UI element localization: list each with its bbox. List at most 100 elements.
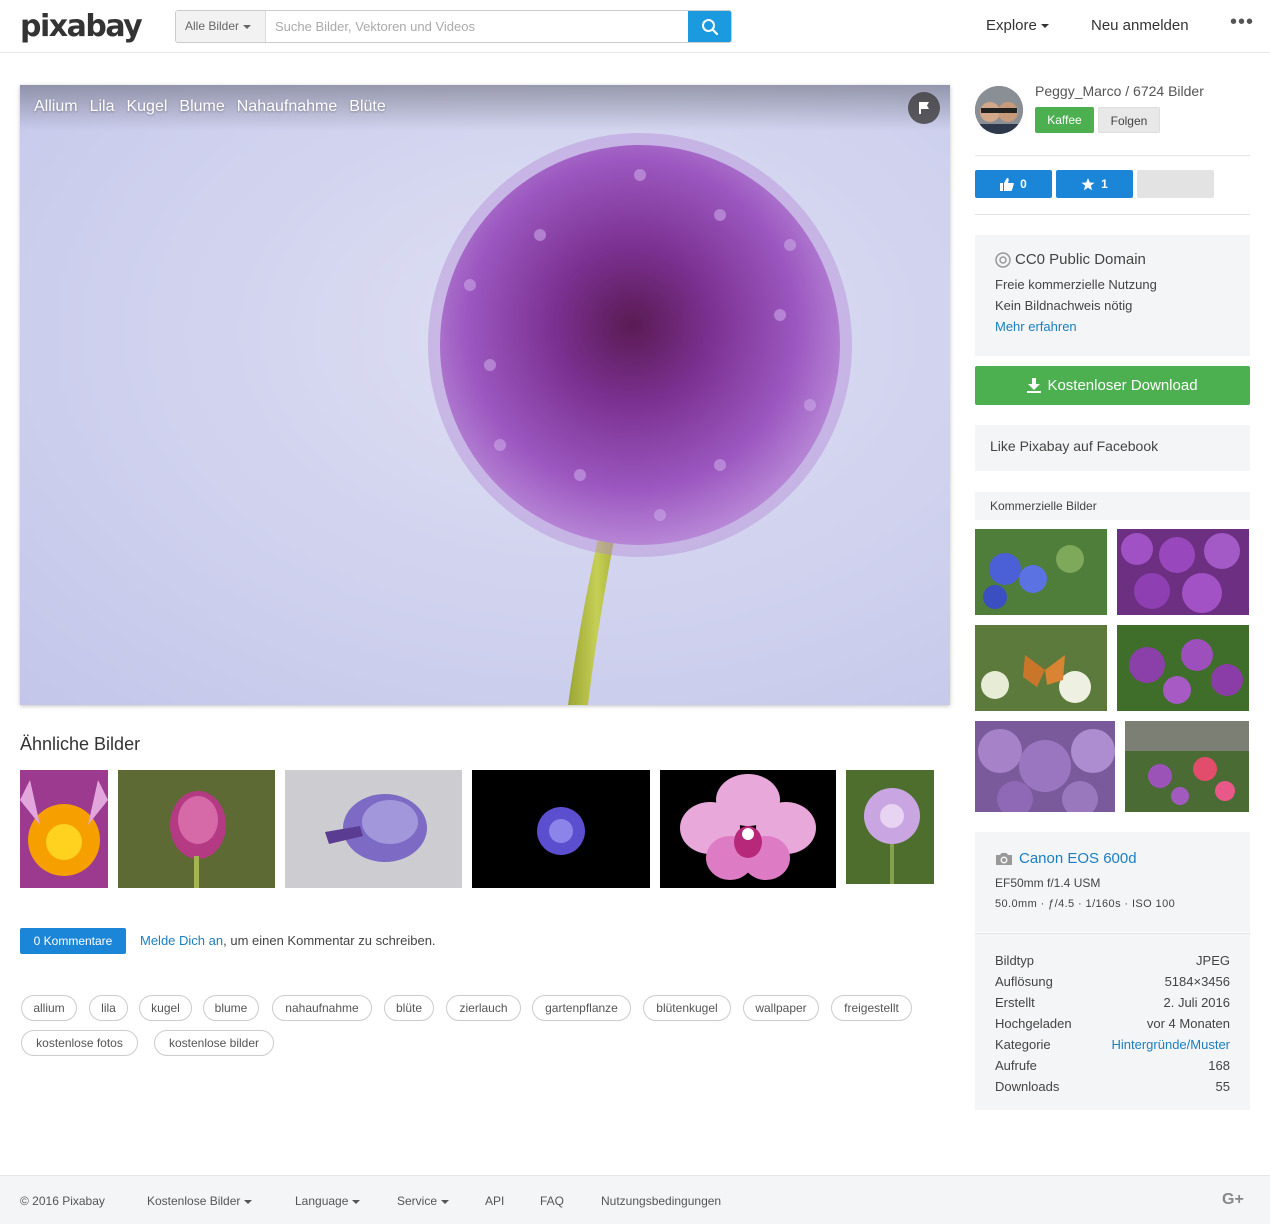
license-title-text: CC0 Public Domain — [1015, 251, 1146, 268]
footer-terms-link[interactable]: Nutzungsbedingungen — [601, 1194, 721, 1208]
tag-pill[interactable]: kugel — [139, 995, 192, 1021]
similar-images-heading: Ähnliche Bilder — [20, 734, 141, 754]
camera-model-text: Canon EOS 600d — [1019, 850, 1137, 867]
detail-row: Bildtyp JPEG — [995, 950, 1230, 971]
tag-pill[interactable]: nahaufnahme — [272, 995, 372, 1021]
comment-prompt-text: , um einen Kommentar zu schreiben. — [223, 933, 436, 948]
detail-row: Downloads 55 — [995, 1076, 1230, 1097]
similar-image-thumb[interactable] — [660, 770, 836, 888]
favorite-button[interactable]: 1 — [1056, 170, 1133, 198]
detail-label: Kategorie — [995, 1037, 1051, 1052]
google-plus-icon[interactable]: G+ — [1222, 1191, 1244, 1209]
footer-copyright: © 2016 Pixabay — [20, 1194, 105, 1208]
main-photo[interactable]: Allium Lila Kugel Blume Nahaufnahme Blüt… — [20, 85, 950, 705]
search-input[interactable] — [267, 11, 689, 42]
similar-image-thumb[interactable] — [285, 770, 462, 888]
detail-value: 2. Juli 2016 — [1163, 995, 1231, 1010]
commercial-image-thumb[interactable] — [1117, 529, 1249, 615]
divider — [975, 155, 1250, 156]
tag-pill[interactable]: blume — [203, 995, 259, 1021]
tag-pill[interactable]: kostenlose fotos — [21, 1030, 138, 1056]
similar-image-thumb[interactable] — [20, 770, 108, 888]
star-icon — [1081, 177, 1095, 190]
tag-pill[interactable]: allium — [21, 995, 77, 1021]
login-link[interactable]: Melde Dich an — [140, 933, 223, 948]
coffee-button[interactable]: Kaffee — [1035, 107, 1094, 133]
similar-image-thumb[interactable] — [472, 770, 650, 888]
commercial-image-thumb[interactable] — [975, 721, 1115, 812]
camera-lens: EF50mm f/1.4 USM — [995, 876, 1101, 890]
similar-image-thumb[interactable] — [118, 770, 275, 888]
facebook-like-box[interactable]: Like Pixabay auf Facebook — [975, 425, 1250, 471]
footer-language-label: Language — [295, 1194, 349, 1208]
chevron-down-icon — [243, 24, 252, 29]
footer-api-link[interactable]: API — [485, 1194, 504, 1208]
search-button[interactable] — [688, 11, 731, 42]
tag-pill[interactable]: wallpaper — [743, 995, 819, 1021]
tag-pill[interactable]: zierlauch — [446, 995, 521, 1021]
footer-free-images-menu[interactable]: Kostenlose Bilder — [147, 1194, 253, 1208]
thumbnail-image — [975, 529, 1107, 615]
image-details-panel: Bildtyp JPEG Auflösung 5184×3456 Erstellt 2… — [975, 933, 1250, 1110]
search-filter-label: Alle Bilder — [185, 19, 240, 33]
tag-pill[interactable]: lila — [89, 995, 128, 1021]
footer-service-menu[interactable]: Service — [397, 1194, 450, 1208]
user-avatar[interactable] — [975, 86, 1023, 134]
favorite-count: 1 — [1101, 177, 1108, 191]
image-tag-link[interactable]: Nahaufnahme — [237, 98, 338, 116]
image-tag-link[interactable]: Blume — [179, 98, 224, 116]
search-filter-dropdown[interactable]: Alle Bilder — [176, 11, 266, 42]
nav-explore[interactable]: Explore — [986, 17, 1049, 34]
chevron-down-icon — [441, 1199, 450, 1204]
detail-value: vor 4 Monaten — [1146, 1016, 1230, 1031]
image-tag-link[interactable]: Lila — [90, 98, 115, 116]
detail-label: Bildtyp — [995, 953, 1035, 968]
footer-language-menu[interactable]: Language — [295, 1194, 361, 1208]
footer-faq-link[interactable]: FAQ — [540, 1194, 564, 1208]
commercial-image-thumb[interactable] — [1125, 721, 1249, 812]
free-download-button[interactable]: Kostenloser Download — [975, 366, 1250, 405]
learn-more-link[interactable]: Mehr erfahren — [995, 319, 1230, 334]
nav-login-link[interactable]: Neu anmelden — [1091, 17, 1189, 34]
detail-row: Hochgeladen vor 4 Monaten — [995, 1013, 1230, 1034]
image-tag-link[interactable]: Blüte — [349, 98, 385, 116]
more-menu-icon[interactable]: ••• — [1230, 11, 1254, 34]
pixabay-logo[interactable]: pixabay — [20, 11, 143, 43]
tag-pill[interactable]: kostenlose bilder — [154, 1030, 274, 1056]
tag-pill[interactable]: freigestellt — [831, 995, 912, 1021]
camera-exif: 50.0mm · ƒ/4.5 · 1/160s · ISO 100 — [995, 898, 1176, 910]
thumbnail-image — [118, 770, 275, 888]
like-button[interactable]: 0 — [975, 170, 1052, 198]
user-name-link[interactable]: Peggy_Marco / 6724 Bilder — [1035, 83, 1204, 99]
share-button-placeholder[interactable] — [1137, 170, 1214, 198]
search-bar: Alle Bilder — [175, 10, 732, 43]
image-tag-link[interactable]: Allium — [34, 98, 78, 116]
category-link[interactable]: Hintergründe/Muster — [1112, 1034, 1231, 1055]
tag-pill[interactable]: blütenkugel — [643, 995, 731, 1021]
commercial-image-thumb[interactable] — [975, 625, 1107, 711]
camera-info-panel: Canon EOS 600d EF50mm f/1.4 USM 50.0mm ·… — [975, 832, 1250, 932]
report-button[interactable] — [908, 92, 940, 124]
detail-row: Aufrufe 168 — [995, 1055, 1230, 1076]
camera-model[interactable]: Canon EOS 600d — [995, 850, 1230, 867]
commercial-images-heading: Kommerzielle Bilder — [975, 492, 1250, 520]
comments-count-button[interactable]: 0 Kommentare — [20, 928, 126, 954]
tag-pill[interactable]: blüte — [384, 995, 434, 1021]
commercial-image-thumb[interactable] — [975, 529, 1107, 615]
follow-button[interactable]: Folgen — [1098, 107, 1160, 133]
similar-image-thumb[interactable] — [846, 770, 934, 888]
commercial-image-thumb[interactable] — [1117, 625, 1249, 711]
image-tag-link[interactable]: Kugel — [126, 98, 167, 116]
thumbs-up-icon — [1000, 177, 1014, 191]
thumbnail-image — [472, 770, 650, 888]
detail-value: 5184×3456 — [1164, 974, 1230, 989]
tag-pill[interactable]: gartenpflanze — [532, 995, 631, 1021]
thumbnail-image — [285, 770, 462, 888]
footer-service-label: Service — [397, 1194, 438, 1208]
comment-login-prompt: Melde Dich an, um einen Kommentar zu sch… — [140, 933, 436, 948]
public-domain-icon — [995, 251, 1011, 268]
detail-label: Erstellt — [995, 995, 1035, 1010]
camera-icon — [996, 852, 1012, 865]
thumbnail-image — [1117, 625, 1249, 711]
flag-icon — [919, 102, 929, 114]
